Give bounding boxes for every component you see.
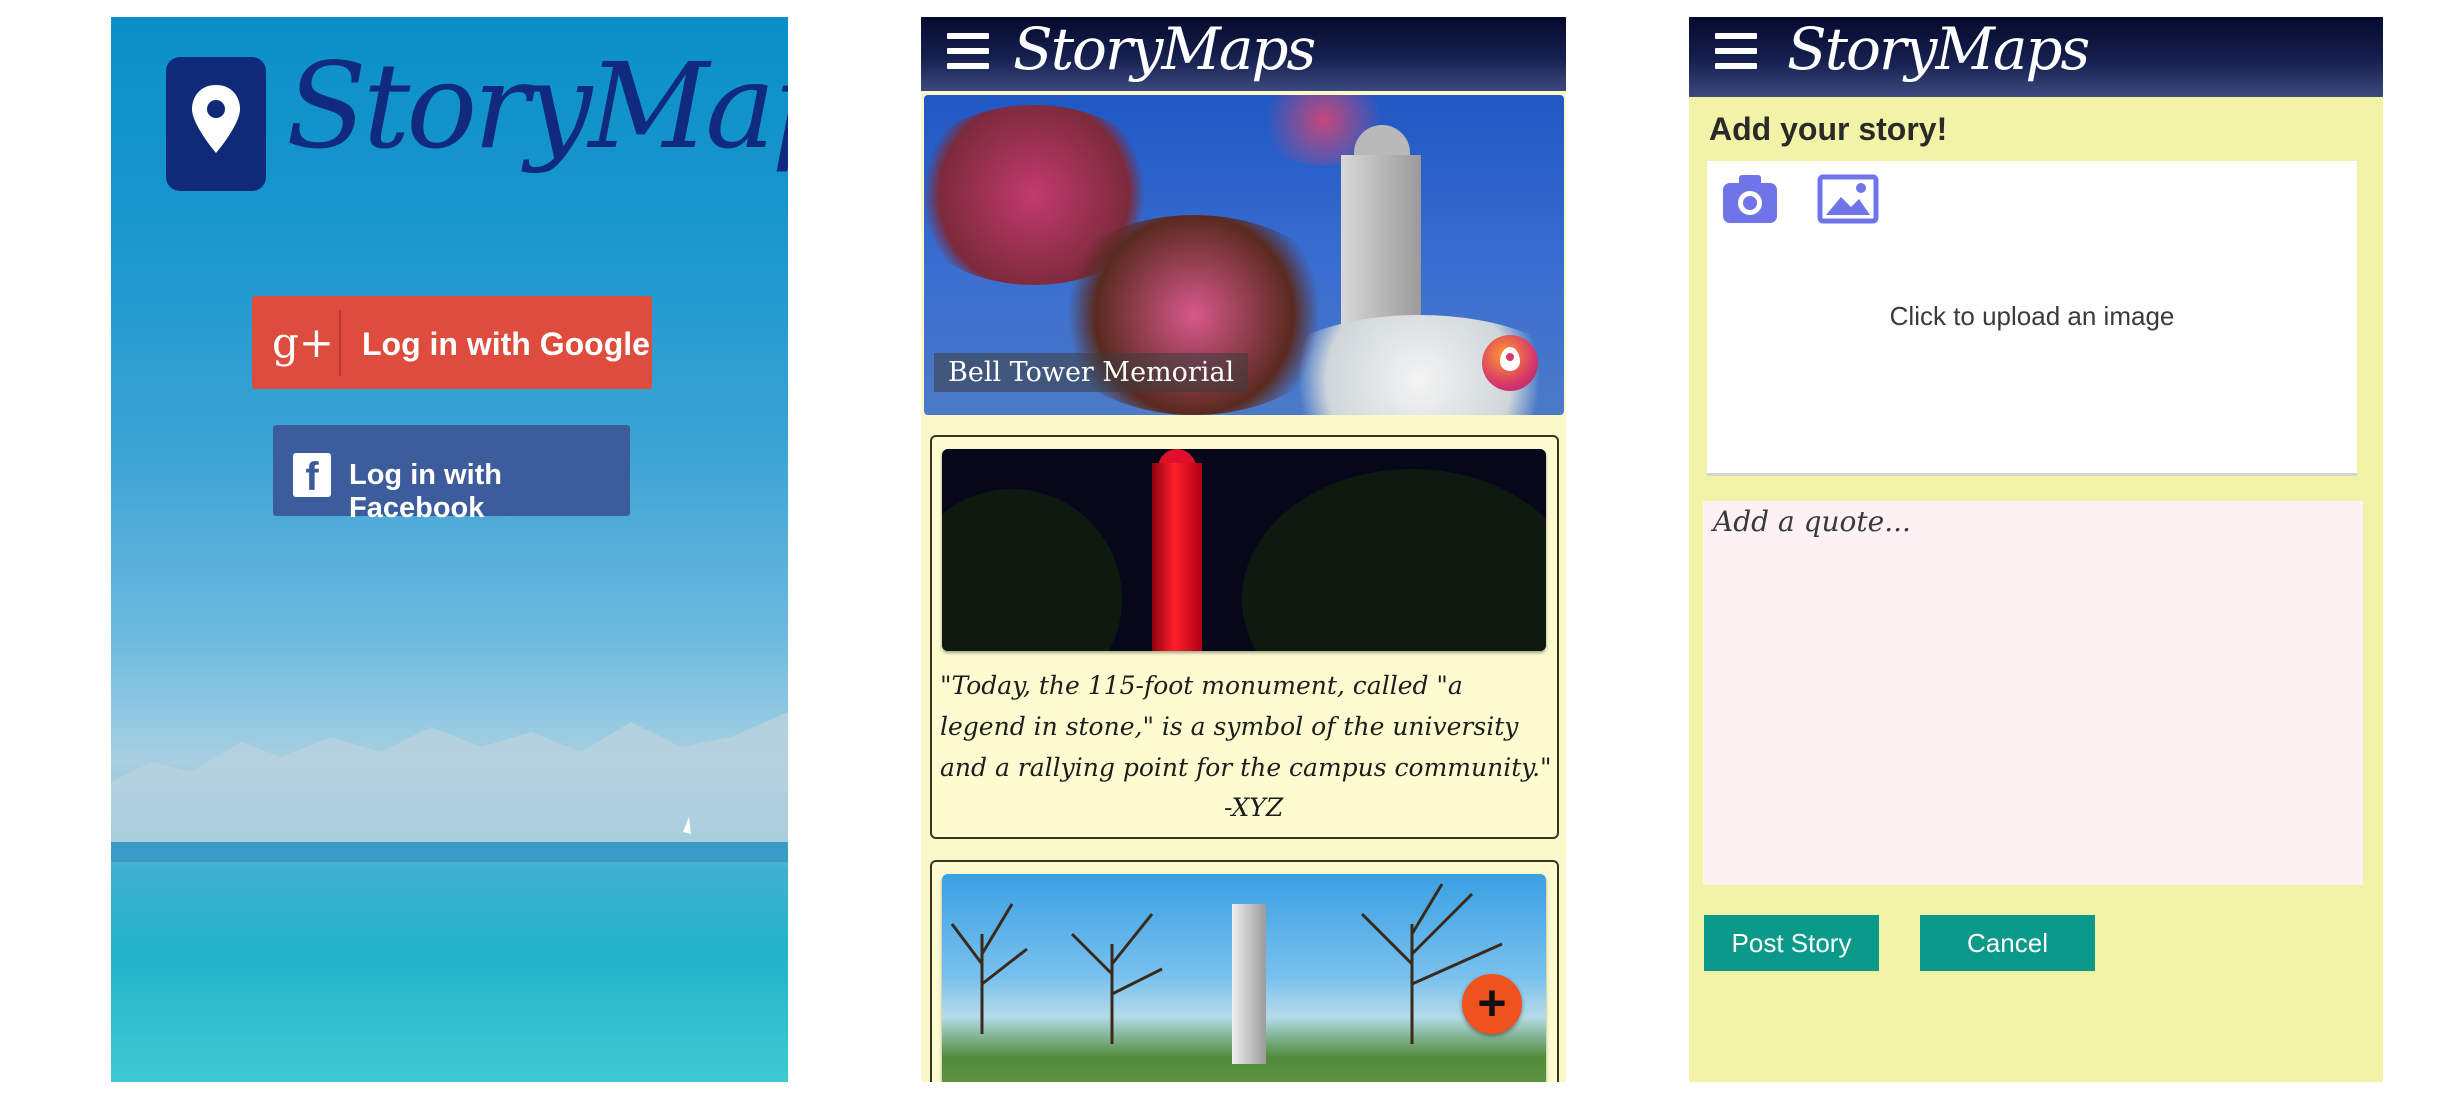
hamburger-icon[interactable]: [947, 33, 989, 75]
camera-icon[interactable]: [1721, 171, 1779, 227]
button-divider: [339, 310, 341, 376]
story-image: [942, 449, 1546, 651]
mountains-background: [111, 712, 788, 862]
story-image: [942, 874, 1546, 1082]
tree-silhouette: [942, 489, 1122, 651]
hero-title: Bell Tower Memorial: [934, 353, 1249, 392]
google-login-label: Log in with Google: [362, 326, 650, 362]
tree-silhouette: [1242, 469, 1546, 651]
story-card[interactable]: "Today, the 115-foot monument, called "a…: [930, 435, 1559, 839]
red-lit-tower: [1152, 463, 1202, 651]
hamburger-icon[interactable]: [1715, 33, 1757, 75]
story-author: -XYZ: [1224, 793, 1284, 822]
app-header: StoryMaps: [921, 17, 1566, 91]
story-card[interactable]: +: [930, 860, 1559, 1082]
google-plus-icon: g+: [272, 318, 335, 367]
page-title: Add your story!: [1709, 111, 1948, 147]
header-brand: StoryMaps: [1787, 17, 2090, 83]
add-story-screen: StoryMaps Add your story! Click to uploa…: [1689, 17, 2383, 1082]
story-quote: "Today, the 115-foot monument, called "a…: [940, 671, 1552, 782]
add-story-button[interactable]: +: [1462, 974, 1522, 1034]
quote-placeholder: Add a quote...: [1713, 505, 1911, 538]
facebook-login-button[interactable]: f Log in with Facebook: [273, 425, 630, 524]
header-brand: StoryMaps: [1013, 17, 1316, 83]
google-login-button[interactable]: g+ Log in with Google: [252, 296, 652, 389]
facebook-login-label: Log in with Facebook: [349, 459, 503, 524]
bell-tower: [1232, 904, 1266, 1064]
story-feed-screen: StoryMaps Bell Tower Memorial "Today, th…: [921, 17, 1566, 1082]
logo-wordmark: StoryMaps: [286, 37, 788, 175]
cancel-button[interactable]: Cancel: [1920, 915, 2095, 971]
post-story-button[interactable]: Post Story: [1704, 915, 1879, 971]
facebook-icon: f: [293, 453, 331, 499]
quote-input[interactable]: Add a quote...: [1703, 501, 2363, 885]
logo-pin-mark: [166, 57, 266, 191]
image-upload-area[interactable]: Click to upload an image: [1707, 161, 2357, 476]
login-screen: StoryMaps g+ Log in with Google f Log in…: [111, 17, 788, 1082]
upload-hint: Click to upload an image: [1889, 301, 2175, 331]
app-header: StoryMaps: [1689, 17, 2383, 97]
hero-card[interactable]: Bell Tower Memorial: [924, 95, 1564, 415]
gallery-icon[interactable]: [1817, 171, 1879, 227]
map-pin-icon[interactable]: [1482, 335, 1538, 391]
